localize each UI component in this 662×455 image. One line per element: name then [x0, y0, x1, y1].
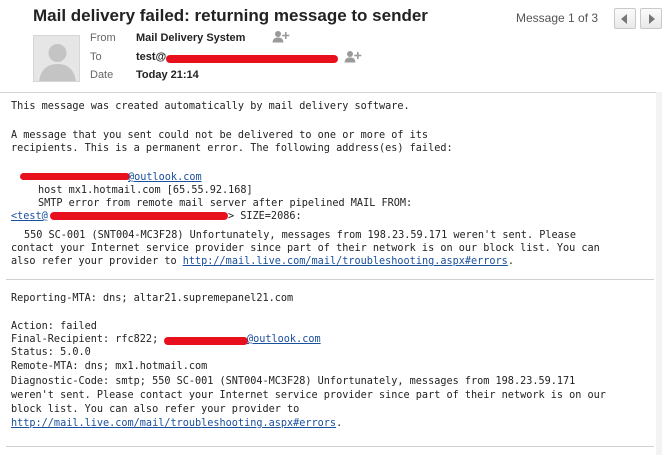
body-intro: This message was created automatically b… [11, 101, 410, 112]
diagnostic-line: block list. You can also refer your prov… [11, 404, 300, 415]
from-label: From [90, 32, 116, 44]
chevron-right-icon [649, 13, 655, 24]
error-line: 550 SC-001 (SNT004-MC3F28) Unfortunately… [24, 230, 577, 241]
message-subject: Mail delivery failed: returning message … [33, 6, 428, 25]
smtp-error-line: SMTP error from remote mail server after… [38, 198, 413, 209]
redaction-mark [50, 212, 228, 220]
remote-mta: Remote-MTA: dns; mx1.hotmail.com [11, 361, 208, 372]
message-header: Mail delivery failed: returning message … [0, 0, 662, 92]
from-value[interactable]: Mail Delivery System [136, 32, 245, 44]
message-counter: Message 1 of 3 [516, 11, 599, 25]
redaction-mark [20, 173, 130, 180]
redaction-mark [166, 55, 338, 63]
section-divider [6, 279, 654, 280]
add-contact-icon[interactable] [272, 30, 290, 43]
header-divider [0, 92, 662, 93]
chevron-left-icon [621, 13, 627, 24]
previous-message-button[interactable] [614, 8, 636, 29]
error-line-with-link: also refer your provider to http://mail.… [11, 256, 514, 267]
reporting-mta: Reporting-MTA: dns; altar21.supremepanel… [11, 293, 294, 304]
mail-from-prefix[interactable]: <test@ [11, 210, 48, 223]
date-value: Today 21:14 [136, 69, 199, 81]
scrollbar[interactable] [656, 92, 662, 455]
date-label: Date [90, 69, 114, 81]
status-line: Status: 5.0.0 [11, 347, 91, 358]
troubleshooting-link[interactable]: http://mail.live.com/mail/troubleshootin… [183, 256, 508, 267]
action-line: Action: failed [11, 321, 97, 332]
diagnostic-link-line: http://mail.live.com/mail/troubleshootin… [11, 418, 343, 429]
host-line: host mx1.hotmail.com [65.55.92.168] [38, 185, 253, 196]
mail-from-suffix: > SIZE=2086: [228, 211, 302, 222]
next-message-button[interactable] [640, 8, 662, 29]
final-recipient-prefix: Final-Recipient: rfc822; [11, 334, 159, 345]
troubleshooting-link[interactable]: http://mail.live.com/mail/troubleshootin… [11, 418, 336, 429]
failed-address-link[interactable]: @outlook.com [128, 171, 202, 184]
to-value[interactable]: test@ [136, 51, 166, 63]
redaction-mark [164, 337, 248, 345]
error-line: contact your Internet service provider s… [11, 243, 600, 254]
sender-avatar [33, 35, 80, 82]
add-contact-icon[interactable] [344, 50, 362, 63]
avatar-placeholder-icon [34, 36, 79, 81]
diagnostic-line: Diagnostic-Code: smtp; 550 SC-001 (SNT00… [11, 376, 576, 387]
section-divider [6, 446, 654, 447]
final-recipient-link[interactable]: @outlook.com [247, 333, 321, 346]
body-para-line: recipients. This is a permanent error. T… [11, 143, 453, 154]
body-para-line: A message that you sent could not be del… [11, 130, 429, 141]
diagnostic-line: weren't sent. Please contact your Intern… [11, 390, 606, 401]
to-label: To [90, 51, 102, 63]
